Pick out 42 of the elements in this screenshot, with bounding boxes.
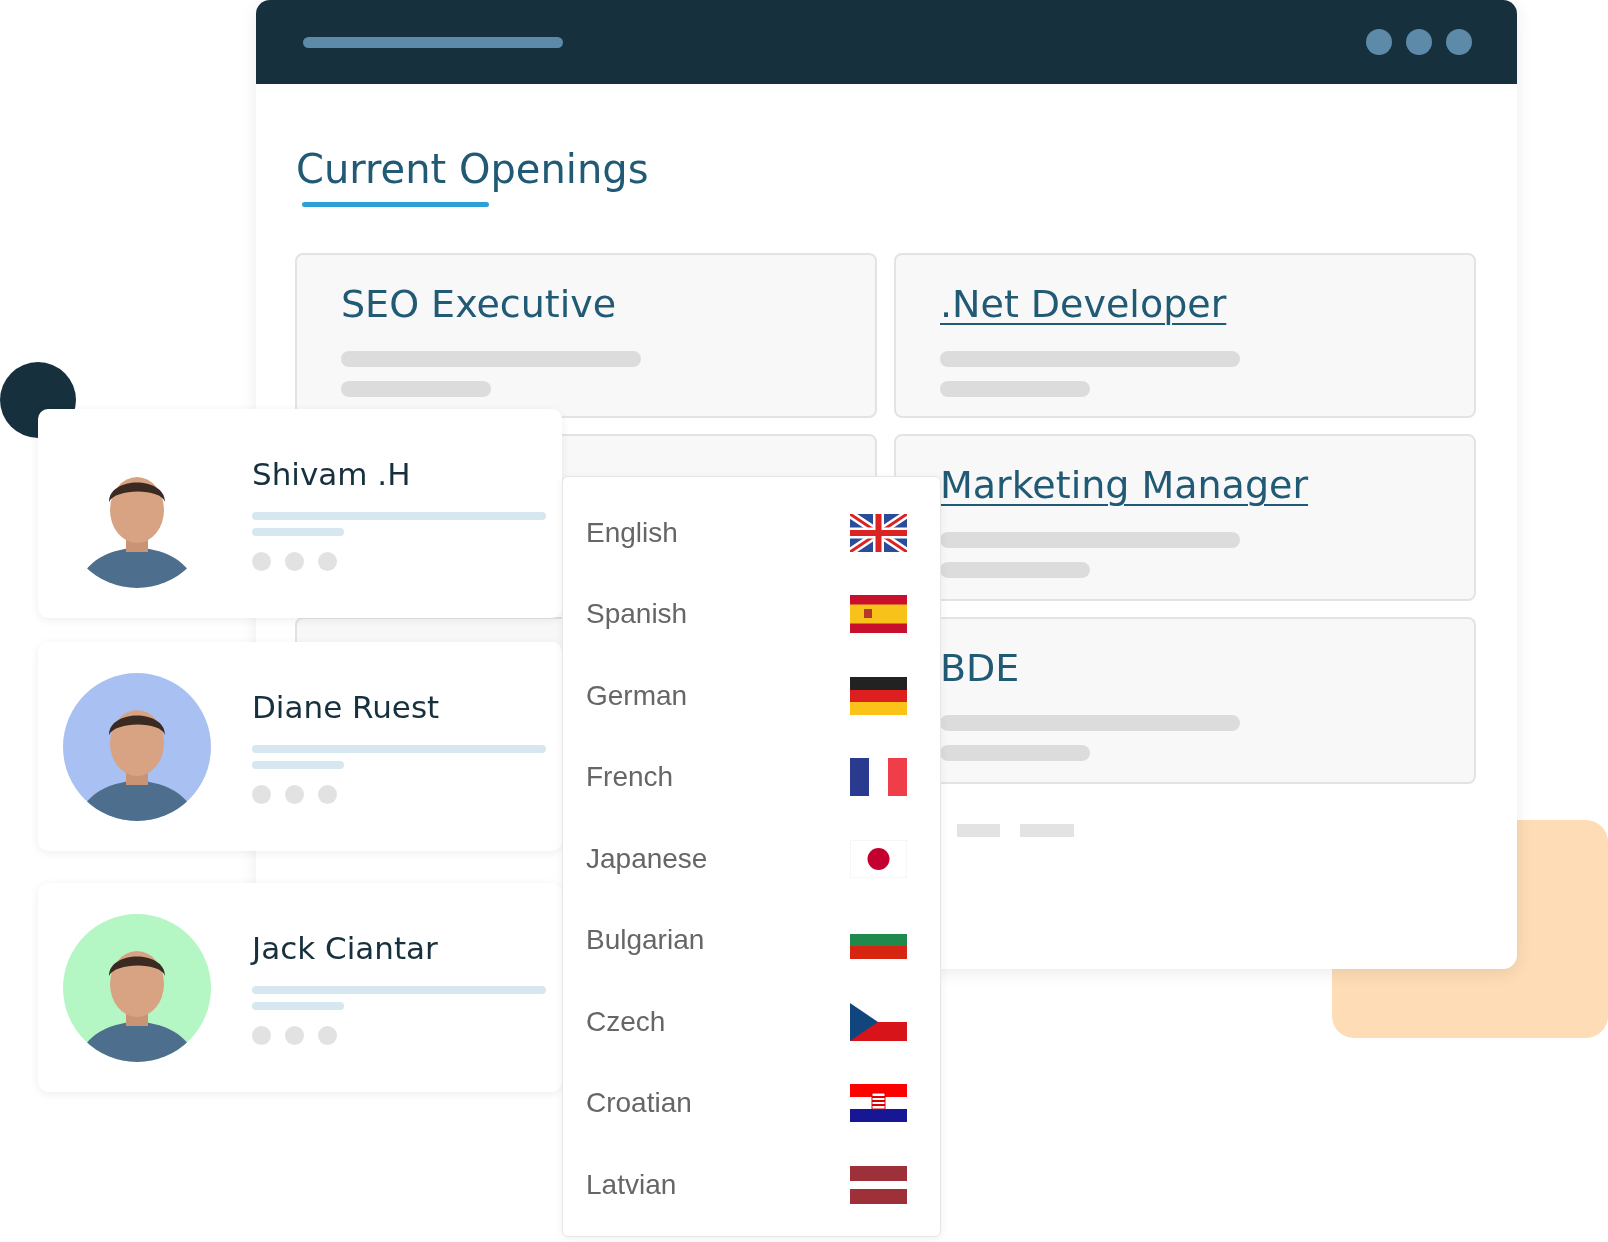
job-title[interactable]: .Net Developer xyxy=(940,281,1430,327)
language-name: Croatian xyxy=(586,1087,692,1120)
job-title[interactable]: SEO Executive xyxy=(341,281,831,327)
language-name: German xyxy=(586,679,688,712)
language-name: French xyxy=(586,761,674,794)
avatar-icon xyxy=(63,672,211,821)
candidate-card[interactable]: Diane Ruest xyxy=(38,642,562,851)
job-card[interactable]: SEO Executive xyxy=(295,253,877,418)
language-option[interactable]: Bulgarian xyxy=(563,899,940,981)
flag-icon xyxy=(850,676,907,715)
language-name: English xyxy=(586,516,678,549)
language-name: Spanish xyxy=(586,598,688,631)
language-option[interactable]: Latvian xyxy=(563,1144,940,1226)
language-option[interactable]: Croatian xyxy=(563,1062,940,1144)
flag-icon xyxy=(850,1165,907,1204)
job-title[interactable]: BDE xyxy=(940,645,1430,691)
candidate-name: Diane Ruest xyxy=(252,689,441,725)
language-name: Latvian xyxy=(586,1168,677,1201)
flag-icon xyxy=(850,513,907,552)
candidate-name: Shivam .H xyxy=(252,456,412,492)
language-name: Bulgarian xyxy=(586,924,705,957)
job-card[interactable]: .Net Developer xyxy=(894,253,1476,418)
flag-icon xyxy=(850,1084,907,1123)
section-heading: Current Openings xyxy=(296,146,650,192)
avatar-icon xyxy=(63,913,211,1062)
candidate-card[interactable]: Jack Ciantar xyxy=(38,883,562,1092)
language-name: Czech xyxy=(586,1005,666,1038)
language-name: Japanese xyxy=(586,842,708,875)
flag-icon xyxy=(850,839,907,878)
language-option[interactable]: Czech xyxy=(563,981,940,1063)
window-dots-icon[interactable] xyxy=(1366,29,1472,55)
candidate-card[interactable]: Shivam .H xyxy=(38,409,562,618)
rating-dots-icon xyxy=(252,552,337,571)
rating-dots-icon xyxy=(252,785,337,804)
job-card[interactable]: Marketing Manager xyxy=(894,434,1476,601)
flag-icon xyxy=(850,758,907,797)
language-option[interactable]: Japanese xyxy=(563,818,940,900)
rating-dots-icon xyxy=(252,1026,337,1045)
job-title[interactable]: Marketing Manager xyxy=(940,462,1430,508)
flag-icon xyxy=(850,1002,907,1041)
flag-icon xyxy=(850,595,907,634)
candidate-name: Jack Ciantar xyxy=(252,930,439,966)
